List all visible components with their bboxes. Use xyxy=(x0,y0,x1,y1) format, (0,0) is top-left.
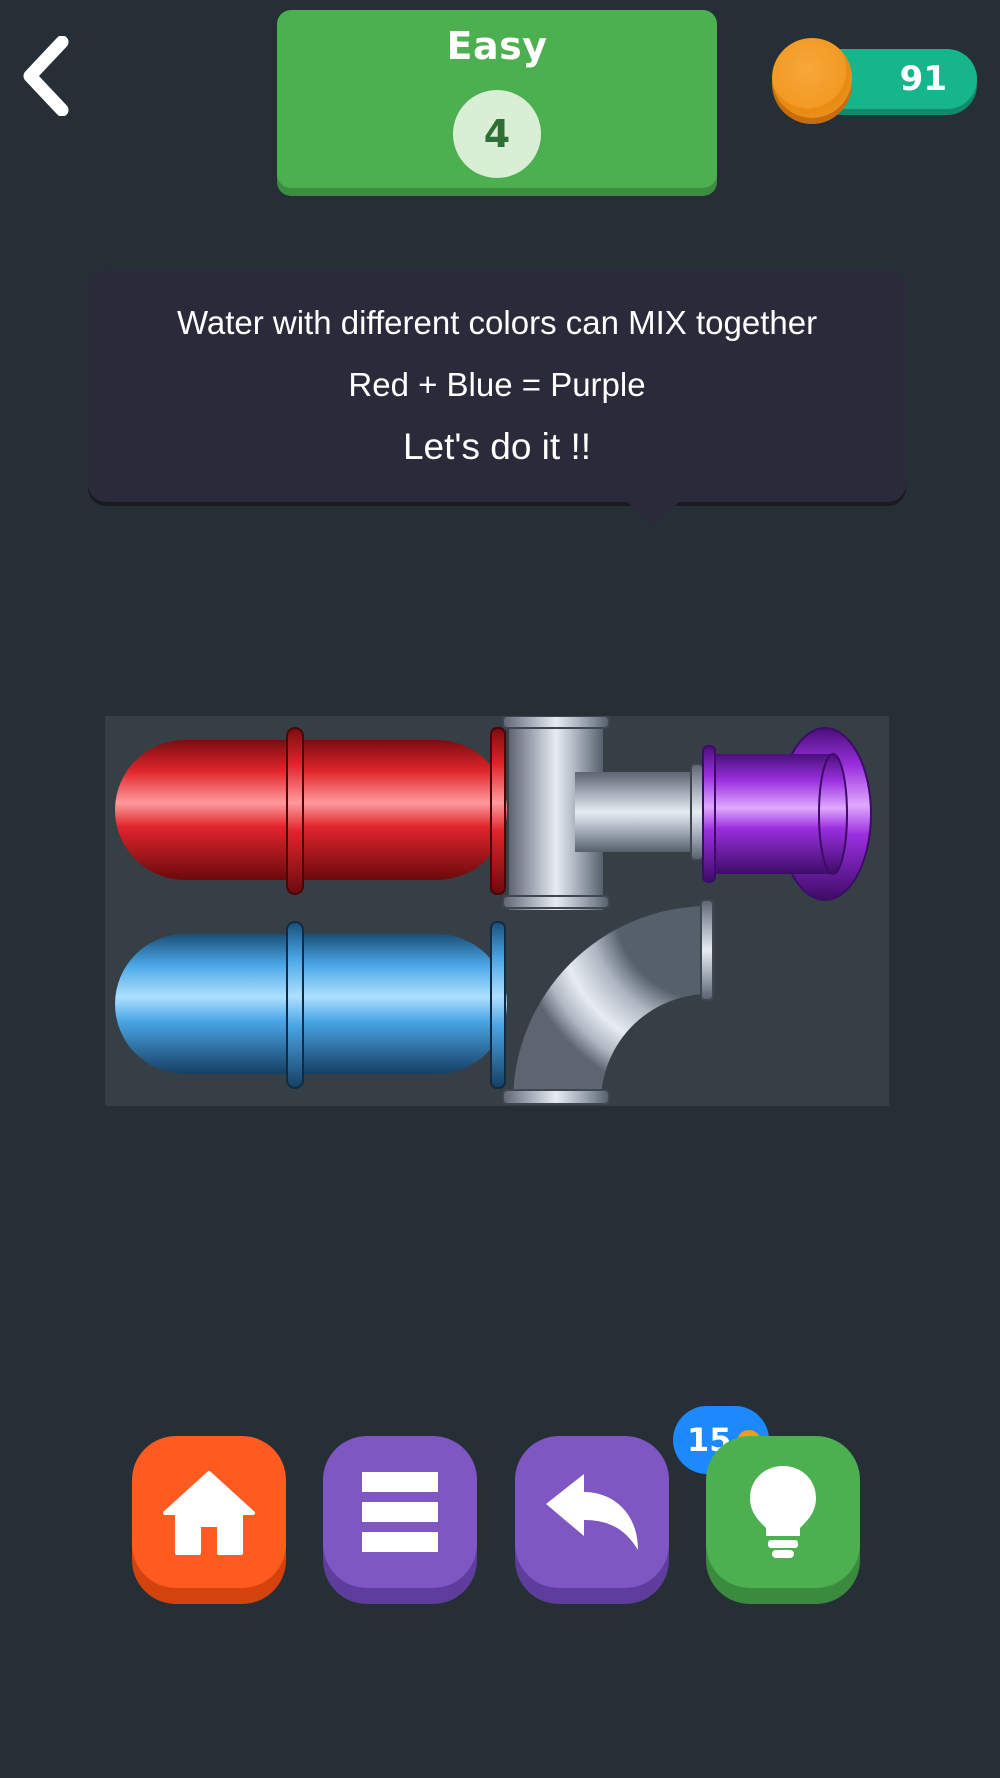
level-badge: 4 xyxy=(453,90,541,178)
lightbulb-icon xyxy=(750,1466,816,1558)
coin-icon xyxy=(772,38,852,118)
back-button[interactable] xyxy=(18,35,78,117)
home-icon xyxy=(163,1471,255,1555)
home-button[interactable] xyxy=(132,1436,286,1588)
menu-button[interactable] xyxy=(323,1436,477,1588)
level-card: Easy 4 xyxy=(277,10,717,188)
menu-icon xyxy=(362,1472,438,1552)
tutorial-tooltip: Water with different colors can MIX toge… xyxy=(88,270,906,526)
hint-button[interactable] xyxy=(706,1436,860,1588)
coin-count: 91 xyxy=(899,59,947,99)
elbow-pipe[interactable] xyxy=(502,899,714,1105)
red-pipe[interactable] xyxy=(115,727,507,895)
undo-button[interactable] xyxy=(515,1436,669,1588)
chevron-left-icon xyxy=(23,35,69,117)
tee-pipe[interactable] xyxy=(502,715,707,910)
blue-pipe[interactable] xyxy=(115,921,507,1089)
difficulty-label: Easy xyxy=(446,24,548,68)
coin-counter: 91 xyxy=(772,36,982,126)
tooltip-tail xyxy=(625,500,681,526)
tooltip-line-cta: Let's do it !! xyxy=(402,426,592,467)
tooltip-line-formula: Red + Blue = Purple xyxy=(348,366,646,403)
purple-outlet-pipe[interactable] xyxy=(702,727,872,901)
undo-icon xyxy=(546,1474,638,1550)
level-number: 4 xyxy=(483,112,511,156)
pipe-board xyxy=(105,715,889,1106)
tooltip-line-mix: Water with different colors can MIX toge… xyxy=(176,304,818,341)
